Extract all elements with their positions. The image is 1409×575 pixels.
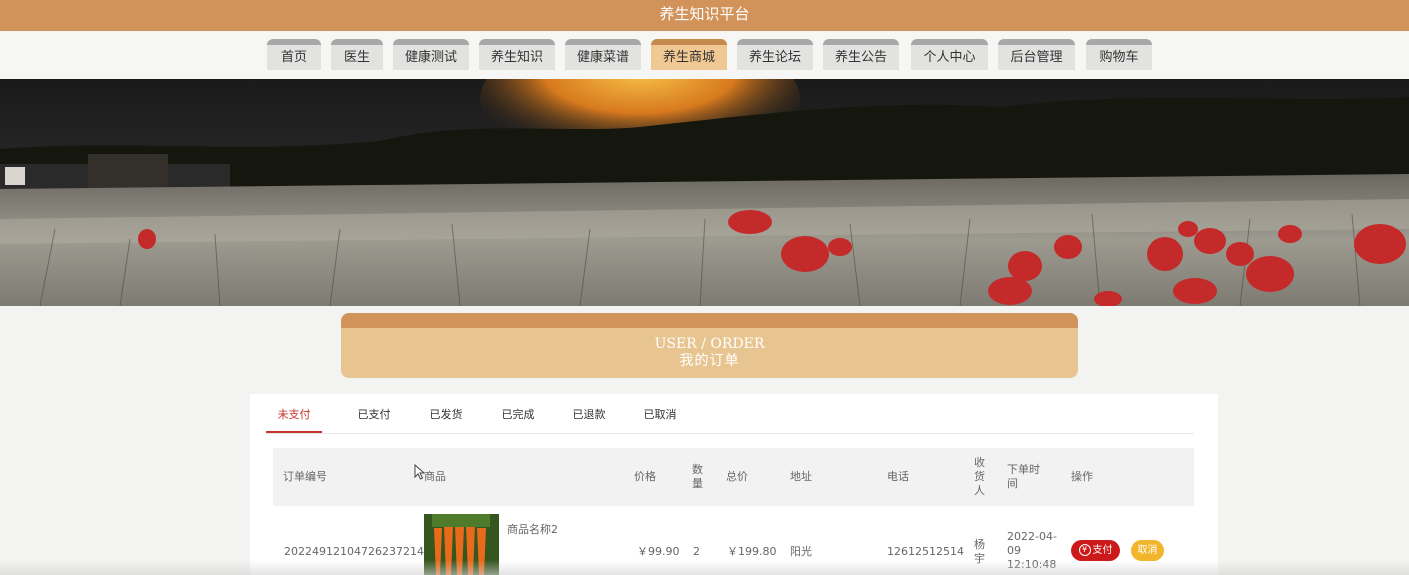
col-address: 地址 [790, 470, 812, 483]
bottom-fade [0, 560, 1409, 575]
poppy-field-image [0, 79, 1409, 306]
nav-item-cart[interactable]: 购物车 [1086, 39, 1152, 70]
yen-icon: ¥ [1078, 544, 1091, 556]
order-phone: 12612512514 [887, 545, 964, 558]
orders-table-header: 订单编号 商品 价格 数量 总价 地址 电话 收货人 下单时间 操作 [273, 448, 1194, 506]
col-total: 总价 [726, 470, 748, 483]
nav-item-notices[interactable]: 养生公告 [823, 39, 899, 70]
col-order-no: 订单编号 [283, 470, 327, 483]
order-quantity: 2 [693, 545, 700, 558]
site-title-bar: 养生知识平台 [0, 0, 1409, 31]
nav-item-forum[interactable]: 养生论坛 [737, 39, 813, 70]
nav-item-home[interactable]: 首页 [267, 39, 321, 70]
order-address: 阳光 [790, 545, 812, 558]
order-section-header: USER / ORDER 我的订单 [341, 313, 1078, 378]
order-total: ￥199.80 [727, 545, 777, 558]
tab-cancelled[interactable]: 已取消 [632, 406, 688, 433]
pay-button-label: 支付 [1092, 545, 1113, 556]
main-nav: 首页 医生 健康测试 养生知识 健康菜谱 养生商城 养生论坛 养生公告 个人中心… [0, 31, 1409, 79]
nav-item-admin[interactable]: 后台管理 [998, 39, 1075, 70]
product-name[interactable]: 商品名称2 [507, 523, 558, 537]
nav-item-doctor[interactable]: 医生 [331, 39, 383, 70]
col-phone: 电话 [887, 470, 909, 483]
section-title-en: USER / ORDER [654, 336, 765, 352]
order-status-tabs: 未支付 已支付 已发货 已完成 已退款 已取消 [266, 394, 1194, 434]
section-title-zh: 我的订单 [679, 353, 740, 369]
hero-banner [0, 79, 1409, 306]
site-title: 养生知识平台 [659, 5, 750, 23]
nav-item-health-test[interactable]: 健康测试 [393, 39, 469, 70]
col-quantity: 数量 [692, 463, 703, 490]
nav-item-recipes[interactable]: 健康菜谱 [565, 39, 641, 70]
col-order-time: 下单时间 [1007, 463, 1040, 490]
nav-item-mall[interactable]: 养生商城 [651, 39, 727, 70]
tab-completed[interactable]: 已完成 [490, 406, 546, 433]
order-number: 20224912104726237214 [284, 545, 424, 558]
pay-button[interactable]: ¥ 支付 [1071, 540, 1120, 561]
tab-unpaid[interactable]: 未支付 [266, 406, 322, 433]
nav-item-health-knowledge[interactable]: 养生知识 [479, 39, 555, 70]
tab-paid[interactable]: 已支付 [346, 406, 402, 433]
col-receiver: 收货人 [974, 456, 985, 497]
tab-shipped[interactable]: 已发货 [418, 406, 474, 433]
orders-panel: 未支付 已支付 已发货 已完成 已退款 已取消 订单编号 商品 价格 数量 总价… [250, 394, 1218, 575]
nav-item-user-center[interactable]: 个人中心 [911, 39, 988, 70]
cancel-button[interactable]: 取消 [1131, 540, 1164, 561]
tab-refunded[interactable]: 已退款 [561, 406, 617, 433]
col-price: 价格 [634, 470, 656, 483]
order-price: ￥99.90 [637, 545, 680, 558]
col-actions: 操作 [1071, 470, 1093, 483]
col-product: 商品 [424, 470, 446, 483]
